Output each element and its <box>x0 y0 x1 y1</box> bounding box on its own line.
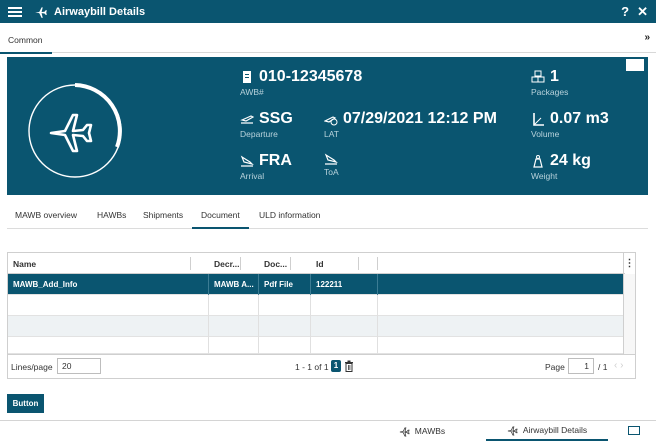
tab-hawbs[interactable]: HAWBs <box>97 210 126 220</box>
lines-per-page-input[interactable]: 20 <box>57 358 101 374</box>
collapse-icon[interactable]: » <box>644 32 650 43</box>
cell-name: MAWB_Add_Info <box>13 280 78 289</box>
weight-field: 24 kg Weight <box>531 152 591 181</box>
weight-icon <box>533 155 543 168</box>
trash-icon[interactable] <box>344 360 354 372</box>
airplane-icon <box>507 425 518 435</box>
page-number-input[interactable]: 1 <box>568 358 594 374</box>
cell-id: 122211 <box>316 280 343 289</box>
current-page-badge[interactable]: 1 <box>331 360 341 372</box>
table-row[interactable] <box>8 337 625 354</box>
packages-value: 1 <box>550 68 559 85</box>
toa-field: ToA <box>324 152 343 177</box>
cell-document: Pdf File <box>264 280 293 289</box>
column-menu-icon[interactable]: ⋮ <box>623 253 635 274</box>
awb-field: 010-12345678 AWB# <box>240 68 362 97</box>
monitor-icon[interactable] <box>628 426 640 435</box>
packages-icon <box>531 70 545 83</box>
airplane-icon <box>35 6 47 18</box>
volume-value: 0.07 m3 <box>550 110 609 127</box>
column-name[interactable]: Name <box>13 259 36 269</box>
table-row[interactable] <box>8 295 625 316</box>
monitor-icon[interactable] <box>626 59 644 71</box>
packages-label: Packages <box>531 87 569 97</box>
weight-value: 24 kg <box>550 152 591 169</box>
arrival-value: FRA <box>259 152 292 169</box>
tab-mawb-overview[interactable]: MAWB overview <box>15 210 77 220</box>
lat-value: 07/29/2021 12:12 PM <box>343 110 497 127</box>
column-description[interactable]: Decr... <box>214 259 240 269</box>
record-range: 1 - 1 of 1 <box>295 362 329 372</box>
documents-table: Name Decr... Doc... Id ⋮ MAWB_Add_Info M… <box>7 252 636 379</box>
page-total: / 1 <box>598 362 608 372</box>
page-nav-arrows-icon[interactable]: ‹ › <box>614 360 623 371</box>
airplane-progress-icon <box>28 83 122 178</box>
page-label: Page <box>545 362 565 372</box>
departure-label: Departure <box>240 129 278 139</box>
weight-label: Weight <box>531 171 558 181</box>
tab-shipments[interactable]: Shipments <box>143 210 183 220</box>
airplane-icon <box>399 426 410 436</box>
packages-field: 1 Packages <box>531 68 568 97</box>
departure-icon <box>240 115 254 124</box>
action-button[interactable]: Button <box>7 394 44 413</box>
volume-icon <box>533 113 544 126</box>
tab-uld-information[interactable]: ULD information <box>259 210 320 220</box>
lat-field: 07/29/2021 12:12 PM LAT <box>324 110 497 139</box>
column-id[interactable]: Id <box>316 259 324 269</box>
bottom-tab-airwaybill-details[interactable]: Airwaybill Details <box>486 421 608 441</box>
airwaybill-summary-panel: 010-12345678 AWB# 1 Packages SSG Departu… <box>7 57 648 195</box>
hamburger-menu-icon[interactable] <box>8 6 22 17</box>
table-row[interactable] <box>8 316 625 337</box>
lat-label: LAT <box>324 129 339 139</box>
bottom-tab-label: MAWBs <box>414 426 446 436</box>
tab-common[interactable]: Common <box>0 35 54 54</box>
tab-strip: Common » <box>0 23 656 54</box>
title-bar: Airwaybill Details ? ✕ <box>0 0 656 23</box>
close-icon[interactable]: ✕ <box>637 4 648 20</box>
table-header: Name Decr... Doc... Id <box>8 253 625 274</box>
arrival-time-icon <box>324 153 338 165</box>
volume-label: Volume <box>531 129 560 139</box>
arrival-field: FRA Arrival <box>240 152 292 181</box>
bottom-navigation: MAWBs Airwaybill Details <box>0 420 656 441</box>
bottom-tab-mawbs[interactable]: MAWBs <box>362 421 482 441</box>
arrival-icon <box>240 155 254 167</box>
departure-time-icon <box>324 116 338 126</box>
vertical-scrollbar[interactable] <box>623 274 635 354</box>
toa-label: ToA <box>324 167 339 177</box>
window-title: Airwaybill Details <box>54 5 146 18</box>
arrival-label: Arrival <box>240 171 265 181</box>
lines-per-page-label: Lines/page <box>11 362 53 372</box>
volume-field: 0.07 m3 Volume <box>531 110 609 139</box>
help-icon[interactable]: ? <box>621 4 629 20</box>
table-row[interactable]: MAWB_Add_Info MAWB A... Pdf File 122211 <box>8 274 625 295</box>
column-document[interactable]: Doc... <box>264 259 287 269</box>
detail-tabs: MAWB overview HAWBs Shipments Document U… <box>7 204 648 229</box>
document-icon <box>243 71 251 83</box>
awb-value: 010-12345678 <box>259 68 363 85</box>
awb-label: AWB# <box>240 87 264 97</box>
departure-value: SSG <box>259 110 293 127</box>
bottom-tab-label: Airwaybill Details <box>522 425 588 435</box>
cell-description: MAWB A... <box>214 280 254 289</box>
tab-document[interactable]: Document <box>192 210 249 229</box>
departure-field: SSG Departure <box>240 110 293 139</box>
table-pagination: Lines/page 20 1 - 1 of 1 1 Page 1 / 1 ‹ … <box>8 354 635 378</box>
